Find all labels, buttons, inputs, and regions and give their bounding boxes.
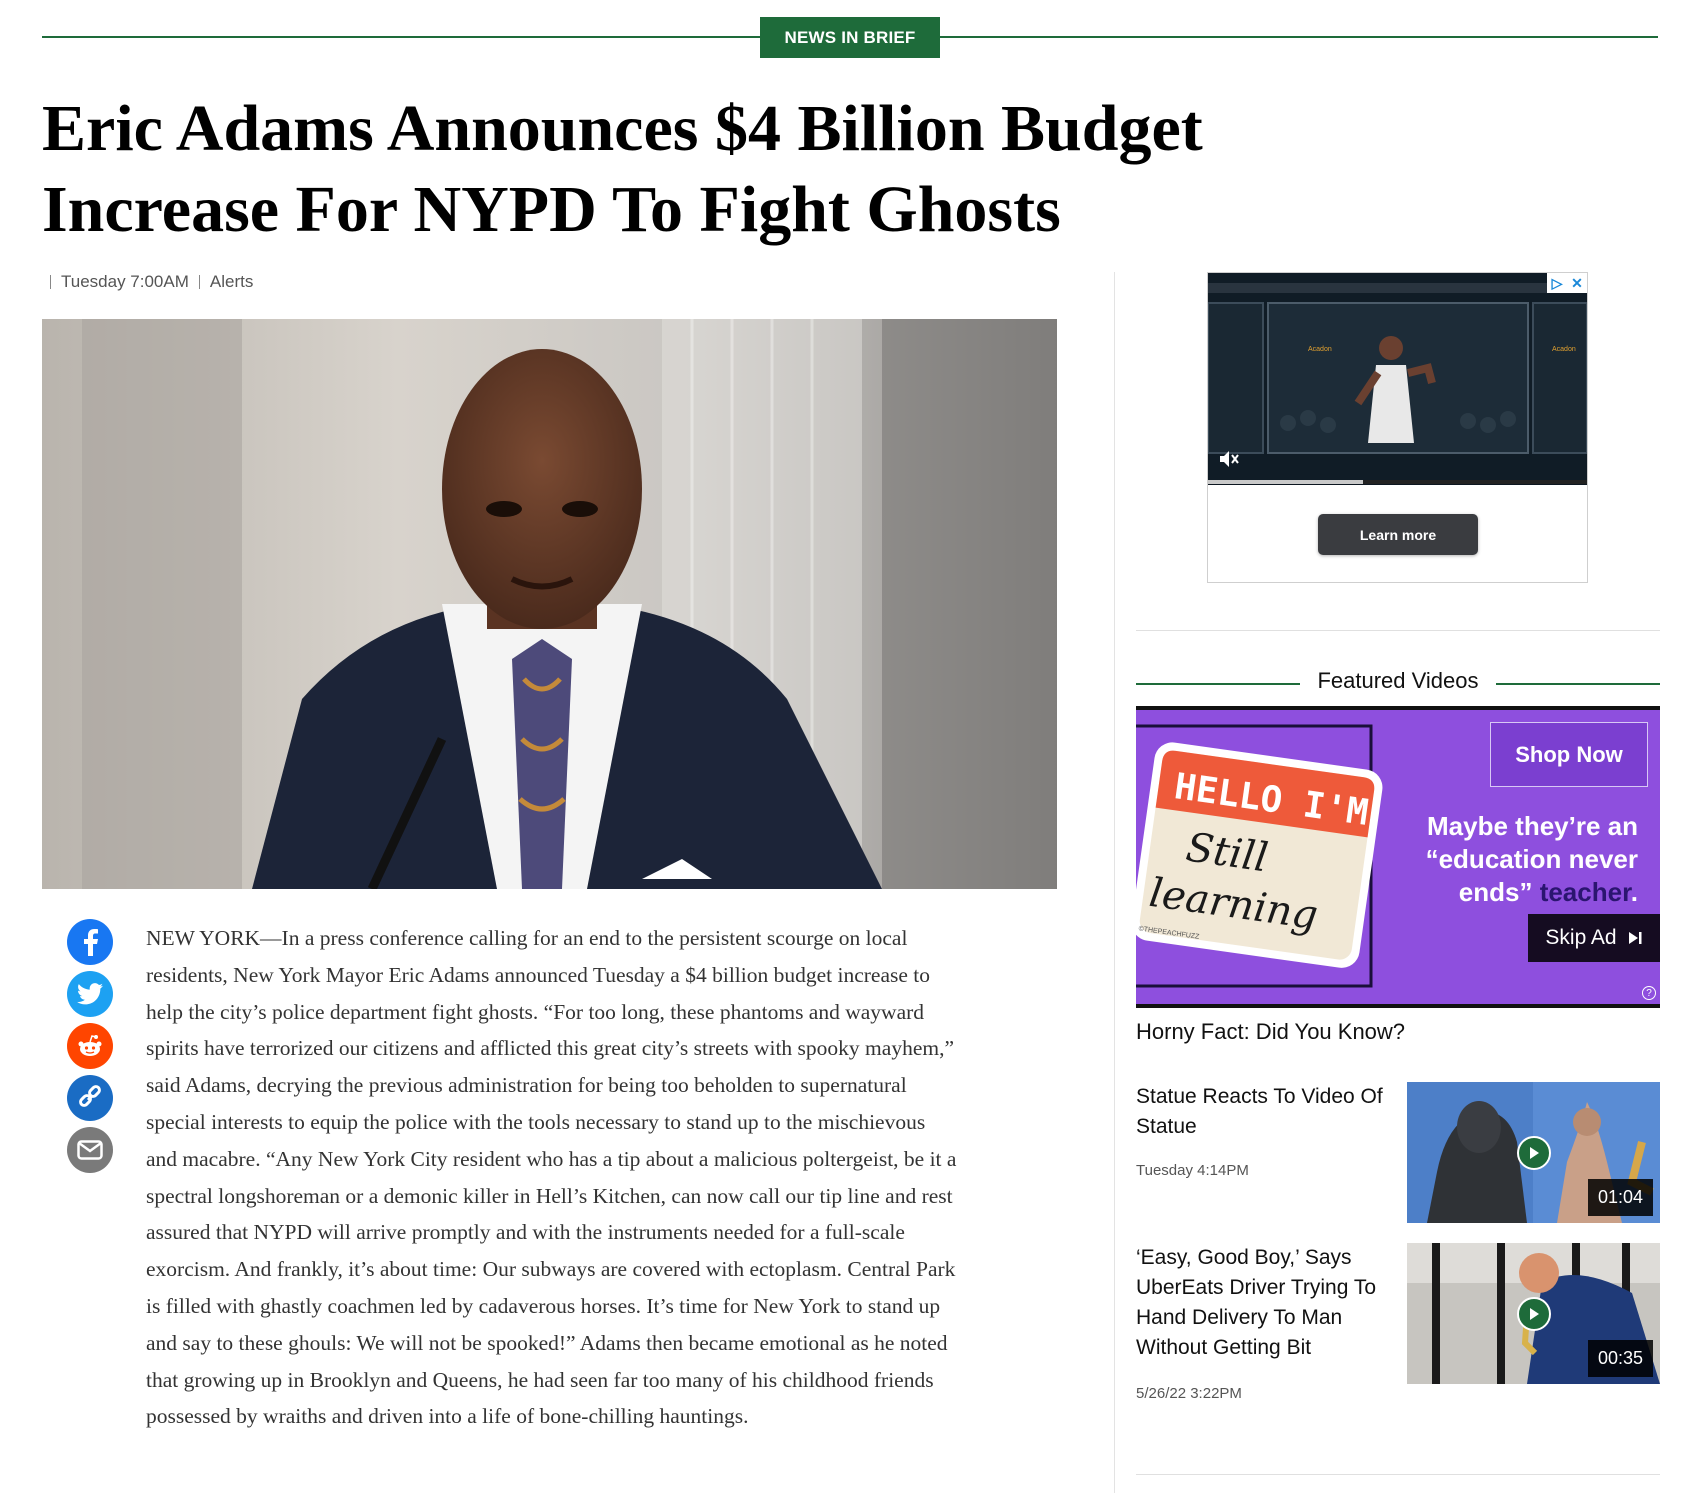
video-thumbnail[interactable]: 00:35	[1407, 1243, 1660, 1384]
article-body: NEW YORK—In a press conference calling f…	[146, 926, 957, 1429]
skip-ad-button[interactable]: Skip Ad	[1528, 914, 1660, 962]
column-divider	[1114, 272, 1115, 1493]
hero-photo	[42, 319, 1057, 889]
ad-progress-track	[1208, 480, 1587, 484]
featured-video-player[interactable]: HELLO I'M Still learning ©THEPEACHFUZZ S…	[1136, 706, 1660, 1008]
share-bar	[67, 919, 113, 1173]
article-category[interactable]: Alerts	[210, 272, 253, 292]
meta-divider	[198, 275, 200, 289]
video-date: 5/26/22 3:22PM	[1136, 1385, 1242, 1402]
twitter-icon[interactable]	[67, 971, 113, 1017]
learn-more-button[interactable]: Learn more	[1318, 514, 1478, 555]
link-icon[interactable]	[67, 1075, 113, 1121]
featured-videos-title: Featured Videos	[1317, 668, 1479, 693]
article-date: Tuesday 7:00AM	[61, 272, 189, 291]
ad-copy-line-3-start: ends”	[1458, 877, 1540, 907]
video-list-item[interactable]: ‘Easy, Good Boy,’ Says UberEats Driver T…	[1136, 1243, 1660, 1413]
skip-next-icon	[1628, 932, 1642, 944]
reddit-icon[interactable]	[67, 1023, 113, 1069]
article-meta: Tuesday 7:00AM Alerts	[50, 272, 253, 292]
sidebar-divider	[1136, 1474, 1660, 1475]
header-rule-right	[1496, 683, 1660, 685]
video-date: Tuesday 4:14PM	[1136, 1162, 1249, 1179]
section-tag[interactable]: NEWS IN BRIEF	[760, 17, 940, 58]
hero-image	[42, 319, 1057, 889]
ad-brand-text-1: Acadon	[1308, 346, 1332, 353]
play-icon[interactable]	[1517, 1297, 1551, 1331]
headline: Eric Adams Announces $4 Billion Budget I…	[42, 92, 1203, 246]
featured-videos-header: Featured Videos	[1136, 668, 1660, 698]
ad-video[interactable]: Acadon Acadon	[1208, 273, 1587, 485]
meta-divider	[50, 275, 51, 289]
shop-now-button[interactable]: Shop Now	[1490, 722, 1648, 787]
ad-copy-line-2: “education never	[1425, 844, 1638, 874]
video-title[interactable]: Statue Reacts To Video Of Statue	[1136, 1082, 1386, 1142]
video-thumbnail[interactable]: 01:04	[1407, 1082, 1660, 1223]
video-ad-copy: Maybe they’re an “education never ends” …	[1378, 810, 1638, 909]
ad-progress-fill	[1208, 480, 1364, 484]
play-icon[interactable]	[1517, 1136, 1551, 1170]
email-icon[interactable]	[67, 1127, 113, 1173]
adchoices-icon[interactable]: ▷	[1547, 273, 1567, 293]
ad-video-frame: Acadon Acadon	[1208, 273, 1587, 480]
video-duration: 00:35	[1587, 1340, 1653, 1377]
display-ad[interactable]: Acadon Acadon ▷ ✕ Learn more	[1207, 272, 1588, 583]
ad-corner-controls: ▷ ✕	[1547, 273, 1587, 293]
help-icon[interactable]: ?	[1642, 986, 1656, 1000]
facebook-icon[interactable]	[67, 919, 113, 965]
close-icon[interactable]: ✕	[1567, 273, 1587, 293]
ad-copy-line-3-end: .	[1630, 877, 1638, 907]
ad-brand-text-2: Acadon	[1552, 346, 1576, 353]
ad-copy-line-3: ends” teacher.	[1378, 876, 1638, 909]
featured-video-caption[interactable]: Horny Fact: Did You Know?	[1136, 1019, 1405, 1045]
video-duration: 01:04	[1587, 1179, 1653, 1216]
sidebar-divider	[1136, 630, 1660, 631]
mute-icon[interactable]	[1218, 449, 1240, 474]
video-title[interactable]: ‘Easy, Good Boy,’ Says UberEats Driver T…	[1136, 1243, 1386, 1363]
ad-copy-highlight: teacher	[1539, 877, 1631, 907]
video-list-item[interactable]: Statue Reacts To Video Of Statue Tuesday…	[1136, 1082, 1660, 1224]
skip-ad-label: Skip Ad	[1545, 926, 1617, 949]
ad-copy-line-1: Maybe they’re an	[1427, 811, 1638, 841]
